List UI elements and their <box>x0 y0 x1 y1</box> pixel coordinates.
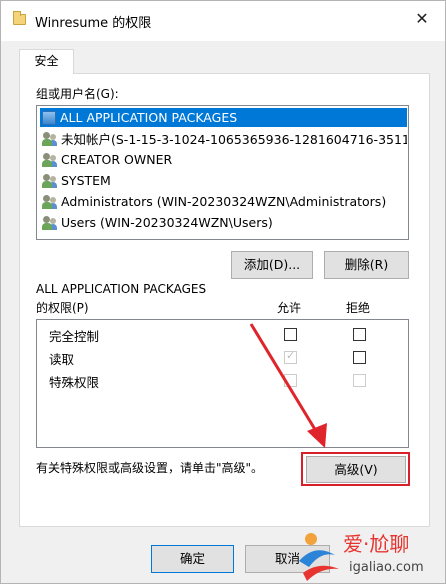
permissions-dialog: Winresume 的权限 ✕ 安全 组或用户名(G): ALL APPLICA… <box>0 0 446 584</box>
watermark-title: 爱·尬聊 <box>343 532 409 556</box>
tab-security[interactable]: 安全 <box>19 49 74 74</box>
watermark-logo: 爱·尬聊 igaliao.com <box>299 532 424 581</box>
watermark-url: igaliao.com <box>349 560 424 575</box>
annotation-arrow-icon <box>249 323 327 448</box>
